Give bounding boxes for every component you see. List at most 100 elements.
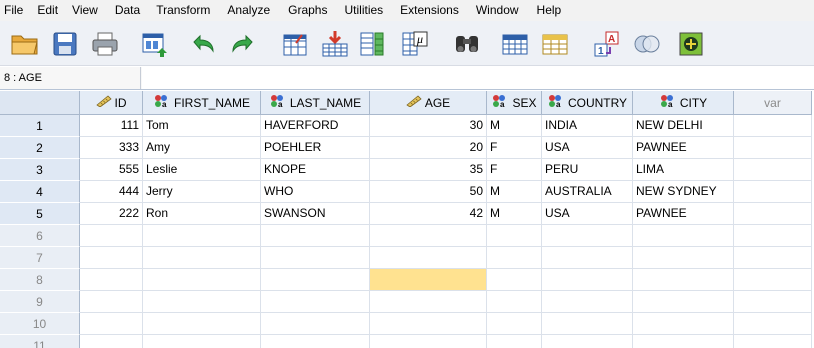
grid-corner[interactable] — [0, 91, 80, 115]
data-cell[interactable]: Ron — [143, 203, 261, 225]
data-cell[interactable] — [487, 247, 542, 269]
data-cell[interactable] — [261, 335, 370, 348]
data-cell[interactable]: PAWNEE — [633, 137, 734, 159]
data-cell[interactable] — [542, 225, 633, 247]
data-cell[interactable] — [734, 291, 812, 313]
data-cell[interactable] — [80, 247, 143, 269]
menu-extensions[interactable]: Extensions — [383, 0, 459, 21]
data-cell[interactable] — [487, 313, 542, 335]
data-cell[interactable] — [370, 269, 487, 291]
data-cell[interactable] — [261, 247, 370, 269]
insert-variable-icon[interactable] — [498, 27, 532, 61]
column-header-var[interactable]: var — [734, 91, 812, 115]
row-header-9[interactable]: 9 — [0, 291, 80, 313]
data-cell[interactable] — [261, 225, 370, 247]
data-cell[interactable] — [633, 225, 734, 247]
value-labels-icon[interactable]: μ — [398, 27, 432, 61]
data-cell[interactable] — [80, 291, 143, 313]
redo-icon[interactable] — [226, 27, 260, 61]
data-cell[interactable]: PAWNEE — [633, 203, 734, 225]
data-cell[interactable]: F — [487, 137, 542, 159]
data-cell[interactable] — [487, 225, 542, 247]
cell-value-editor[interactable] — [142, 67, 814, 89]
data-cell[interactable] — [734, 247, 812, 269]
split-file-icon[interactable] — [538, 27, 572, 61]
data-cell[interactable]: M — [487, 181, 542, 203]
data-cell[interactable] — [143, 247, 261, 269]
data-cell[interactable]: 42 — [370, 203, 487, 225]
data-cell[interactable] — [80, 225, 143, 247]
menu-data[interactable]: Data — [98, 0, 140, 21]
menu-graphs[interactable]: Graphs — [270, 0, 327, 21]
data-cell[interactable] — [734, 313, 812, 335]
data-cell[interactable] — [633, 335, 734, 348]
row-header-4[interactable]: 4 — [0, 181, 80, 203]
data-cell[interactable] — [542, 313, 633, 335]
data-cell[interactable]: M — [487, 115, 542, 137]
data-cell[interactable]: WHO — [261, 181, 370, 203]
recall-dialog-icon[interactable] — [138, 27, 172, 61]
data-cell[interactable] — [487, 335, 542, 348]
data-cell[interactable]: 222 — [80, 203, 143, 225]
data-cell[interactable]: Tom — [143, 115, 261, 137]
data-cell[interactable]: USA — [542, 203, 633, 225]
data-cell[interactable]: 444 — [80, 181, 143, 203]
column-header-country[interactable]: a COUNTRY — [542, 91, 633, 115]
data-cell[interactable]: F — [487, 159, 542, 181]
row-header-10[interactable]: 10 — [0, 313, 80, 335]
weight-cases-icon[interactable]: A1 — [590, 27, 624, 61]
cell-reference-box[interactable]: 8 : AGE — [0, 67, 141, 89]
data-cell[interactable] — [80, 313, 143, 335]
data-cell[interactable] — [80, 335, 143, 348]
column-header-id[interactable]: ID — [80, 91, 143, 115]
data-cell[interactable] — [261, 291, 370, 313]
data-cell[interactable] — [143, 225, 261, 247]
data-cell[interactable]: 20 — [370, 137, 487, 159]
column-header-sex[interactable]: a SEX — [487, 91, 542, 115]
menu-transform[interactable]: Transform — [140, 0, 210, 21]
data-cell[interactable]: AUSTRALIA — [542, 181, 633, 203]
data-cell[interactable] — [734, 225, 812, 247]
data-cell[interactable]: 50 — [370, 181, 487, 203]
column-header-first-name[interactable]: a FIRST_NAME — [143, 91, 261, 115]
data-cell[interactable] — [143, 291, 261, 313]
data-cell[interactable] — [633, 269, 734, 291]
row-header-5[interactable]: 5 — [0, 203, 80, 225]
menu-edit[interactable]: Edit — [23, 0, 58, 21]
data-cell[interactable]: 30 — [370, 115, 487, 137]
data-cell[interactable] — [261, 313, 370, 335]
data-cell[interactable]: 333 — [80, 137, 143, 159]
menu-analyze[interactable]: Analyze — [210, 0, 270, 21]
data-cell[interactable] — [487, 291, 542, 313]
data-cell[interactable] — [261, 269, 370, 291]
data-cell[interactable]: PERU — [542, 159, 633, 181]
data-cell[interactable] — [633, 291, 734, 313]
data-cell[interactable]: USA — [542, 137, 633, 159]
data-cell[interactable]: SWANSON — [261, 203, 370, 225]
data-cell[interactable] — [487, 269, 542, 291]
data-cell[interactable] — [734, 159, 812, 181]
data-cell[interactable] — [734, 269, 812, 291]
undo-icon[interactable] — [186, 27, 220, 61]
row-header-8[interactable]: 8 — [0, 269, 80, 291]
data-cell[interactable] — [370, 313, 487, 335]
data-cell[interactable]: KNOPE — [261, 159, 370, 181]
data-cell[interactable] — [542, 269, 633, 291]
data-cell[interactable] — [143, 269, 261, 291]
data-cell[interactable]: HAVERFORD — [261, 115, 370, 137]
row-header-1[interactable]: 1 — [0, 115, 80, 137]
variables-icon[interactable] — [356, 27, 390, 61]
column-header-city[interactable]: a CITY — [633, 91, 734, 115]
data-cell[interactable] — [370, 335, 487, 348]
menu-file[interactable]: File — [0, 0, 23, 21]
data-cell[interactable] — [734, 203, 812, 225]
data-cell[interactable] — [143, 313, 261, 335]
data-cell[interactable] — [734, 115, 812, 137]
data-cell[interactable]: NEW DELHI — [633, 115, 734, 137]
column-header-age[interactable]: AGE — [370, 91, 487, 115]
row-header-7[interactable]: 7 — [0, 247, 80, 269]
print-icon[interactable] — [88, 27, 122, 61]
data-cell[interactable]: 35 — [370, 159, 487, 181]
use-variable-sets-icon[interactable] — [674, 27, 708, 61]
data-cell[interactable]: POEHLER — [261, 137, 370, 159]
